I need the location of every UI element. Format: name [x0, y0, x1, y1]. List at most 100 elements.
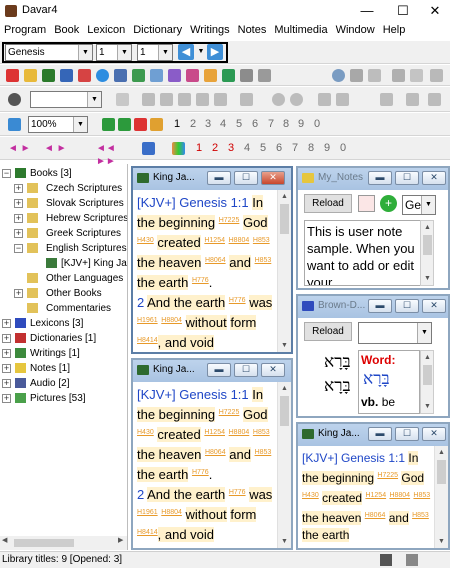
number-8[interactable]: 8	[308, 142, 314, 154]
list-icon[interactable]	[114, 69, 127, 82]
scroll-up-icon[interactable]: ▲	[421, 351, 434, 364]
table-icon[interactable]	[78, 69, 91, 82]
scroll-down-icon[interactable]: ▼	[278, 339, 291, 352]
number-9[interactable]: 9	[298, 118, 304, 130]
word[interactable]: and	[229, 255, 251, 270]
expand-icon[interactable]: +	[2, 394, 11, 403]
window-icon[interactable]	[150, 69, 163, 82]
layout-icon[interactable]	[380, 554, 392, 566]
pane-close-button[interactable]: ✕	[422, 171, 446, 185]
strong-number[interactable]: H8804	[389, 492, 410, 499]
scroll-thumb[interactable]	[423, 365, 432, 385]
help-icon[interactable]	[258, 69, 271, 82]
number-4[interactable]: 4	[220, 118, 226, 130]
word[interactable]: In	[252, 387, 264, 402]
zoom-out-icon[interactable]	[290, 93, 303, 106]
word[interactable]: created	[322, 491, 363, 505]
verse-reference[interactable]: [KJV+] Genesis 1:1	[137, 387, 249, 402]
end-icon[interactable]	[240, 93, 253, 106]
tree-horizontal-scrollbar[interactable]: ◀ ▶	[0, 536, 127, 550]
pencil-icon[interactable]	[150, 118, 163, 131]
strong-number[interactable]: H853	[412, 512, 429, 519]
strong-number[interactable]: H430	[137, 429, 154, 436]
scroll-down-icon[interactable]: ▼	[421, 400, 434, 413]
scroll-thumb[interactable]	[437, 460, 446, 484]
strong-number[interactable]: H1961	[137, 317, 158, 324]
pane-maximize-button[interactable]: ☐	[395, 171, 419, 185]
word[interactable]: And the earth	[147, 295, 226, 310]
scroll-down-icon[interactable]: ▼	[421, 272, 434, 285]
prev-book-icon[interactable]: ◄◄ ►►	[96, 142, 130, 167]
red-number-1[interactable]: 1	[196, 142, 202, 154]
word[interactable]: without	[185, 507, 227, 522]
word[interactable]: the heaven	[137, 447, 202, 462]
layout-icon[interactable]	[132, 69, 145, 82]
scroll-thumb[interactable]	[423, 235, 432, 255]
split-icon[interactable]	[318, 93, 331, 106]
forward-arrow-icon[interactable]: ▶	[207, 44, 223, 60]
notes-scrollbar[interactable]: ▲ ▼	[420, 220, 434, 286]
prev-next-icon[interactable]: ◄ ►	[8, 142, 34, 155]
word[interactable]: , and void	[157, 527, 215, 542]
hebrew-word[interactable]: בָּרָא	[324, 352, 351, 372]
word[interactable]: without	[185, 315, 227, 330]
expand-icon[interactable]: +	[2, 349, 11, 358]
word[interactable]: In	[252, 195, 264, 210]
menu-lexicon[interactable]: Lexicon	[83, 22, 129, 36]
settings-icon[interactable]	[392, 69, 405, 82]
pane-maximize-button[interactable]: ☐	[234, 171, 258, 185]
strong-number[interactable]: H776	[192, 469, 209, 476]
maximize-button[interactable]: ☐	[386, 0, 420, 22]
menu-notes[interactable]: Notes	[234, 22, 271, 36]
word[interactable]: form	[230, 315, 257, 330]
menu-program[interactable]: Program	[0, 22, 50, 36]
word[interactable]: created	[157, 235, 201, 250]
grid-icon[interactable]	[60, 69, 73, 82]
verse-number[interactable]: 2	[137, 487, 144, 502]
word[interactable]: the earth	[302, 528, 350, 542]
red-number-2[interactable]: 2	[212, 142, 218, 154]
number-6[interactable]: 6	[252, 118, 258, 130]
close-button[interactable]: ✕	[418, 0, 450, 22]
sync-icon[interactable]	[142, 142, 155, 155]
chapter-select[interactable]: 1 ▼	[96, 44, 132, 61]
lexicon-word-select[interactable]: ▼	[358, 322, 432, 344]
grid-icon[interactable]	[406, 554, 418, 566]
layout-grid-icon[interactable]	[430, 69, 443, 82]
word[interactable]: was	[249, 295, 273, 310]
expand-icon[interactable]: +	[2, 319, 11, 328]
pane-close-button[interactable]: ✕	[422, 299, 446, 313]
lexicon-pane-titlebar[interactable]: Brown-D... ▬ ☐ ✕	[298, 296, 448, 318]
copy-icon[interactable]	[186, 69, 199, 82]
expand-icon[interactable]: +	[14, 229, 23, 238]
strong-number[interactable]: H430	[137, 237, 154, 244]
bible-pane-1-titlebar[interactable]: King Ja... ▬ ☐ ✕	[133, 168, 291, 190]
number-0[interactable]: 0	[340, 142, 346, 154]
pane-minimize-button[interactable]: ▬	[368, 299, 392, 313]
bookmark-icon[interactable]	[368, 69, 381, 82]
prev-chapter-icon[interactable]: ◄ ►	[44, 142, 78, 155]
record-icon[interactable]	[8, 93, 21, 106]
strong-number[interactable]: H8804	[161, 509, 182, 516]
word[interactable]: and	[388, 511, 409, 525]
expand-icon[interactable]: +	[2, 379, 11, 388]
add-level-icon[interactable]	[118, 118, 131, 131]
strong-number[interactable]: H1961	[137, 509, 158, 516]
strong-number[interactable]: H1254	[204, 429, 225, 436]
strong-number[interactable]: H853	[253, 429, 270, 436]
tag-icon[interactable]	[204, 69, 217, 82]
strong-number[interactable]: H853	[255, 257, 272, 264]
collapse-icon[interactable]: −	[14, 244, 23, 253]
scroll-thumb[interactable]	[14, 539, 74, 547]
lexicon-scrollbar[interactable]: ▲ ▼	[420, 350, 434, 414]
remove-icon[interactable]	[134, 118, 147, 131]
language-select[interactable]: Ge ▼	[402, 195, 436, 215]
scroll-thumb[interactable]	[280, 396, 289, 426]
strong-number[interactable]: H853	[413, 492, 430, 499]
number-6[interactable]: 6	[276, 142, 282, 154]
pane-maximize-button[interactable]: ☐	[234, 363, 258, 377]
reload-button[interactable]: Reload	[304, 194, 352, 213]
rewind-icon[interactable]	[196, 93, 209, 106]
minimize-button[interactable]: —	[350, 0, 384, 22]
pane-maximize-button[interactable]: ☐	[395, 427, 419, 441]
